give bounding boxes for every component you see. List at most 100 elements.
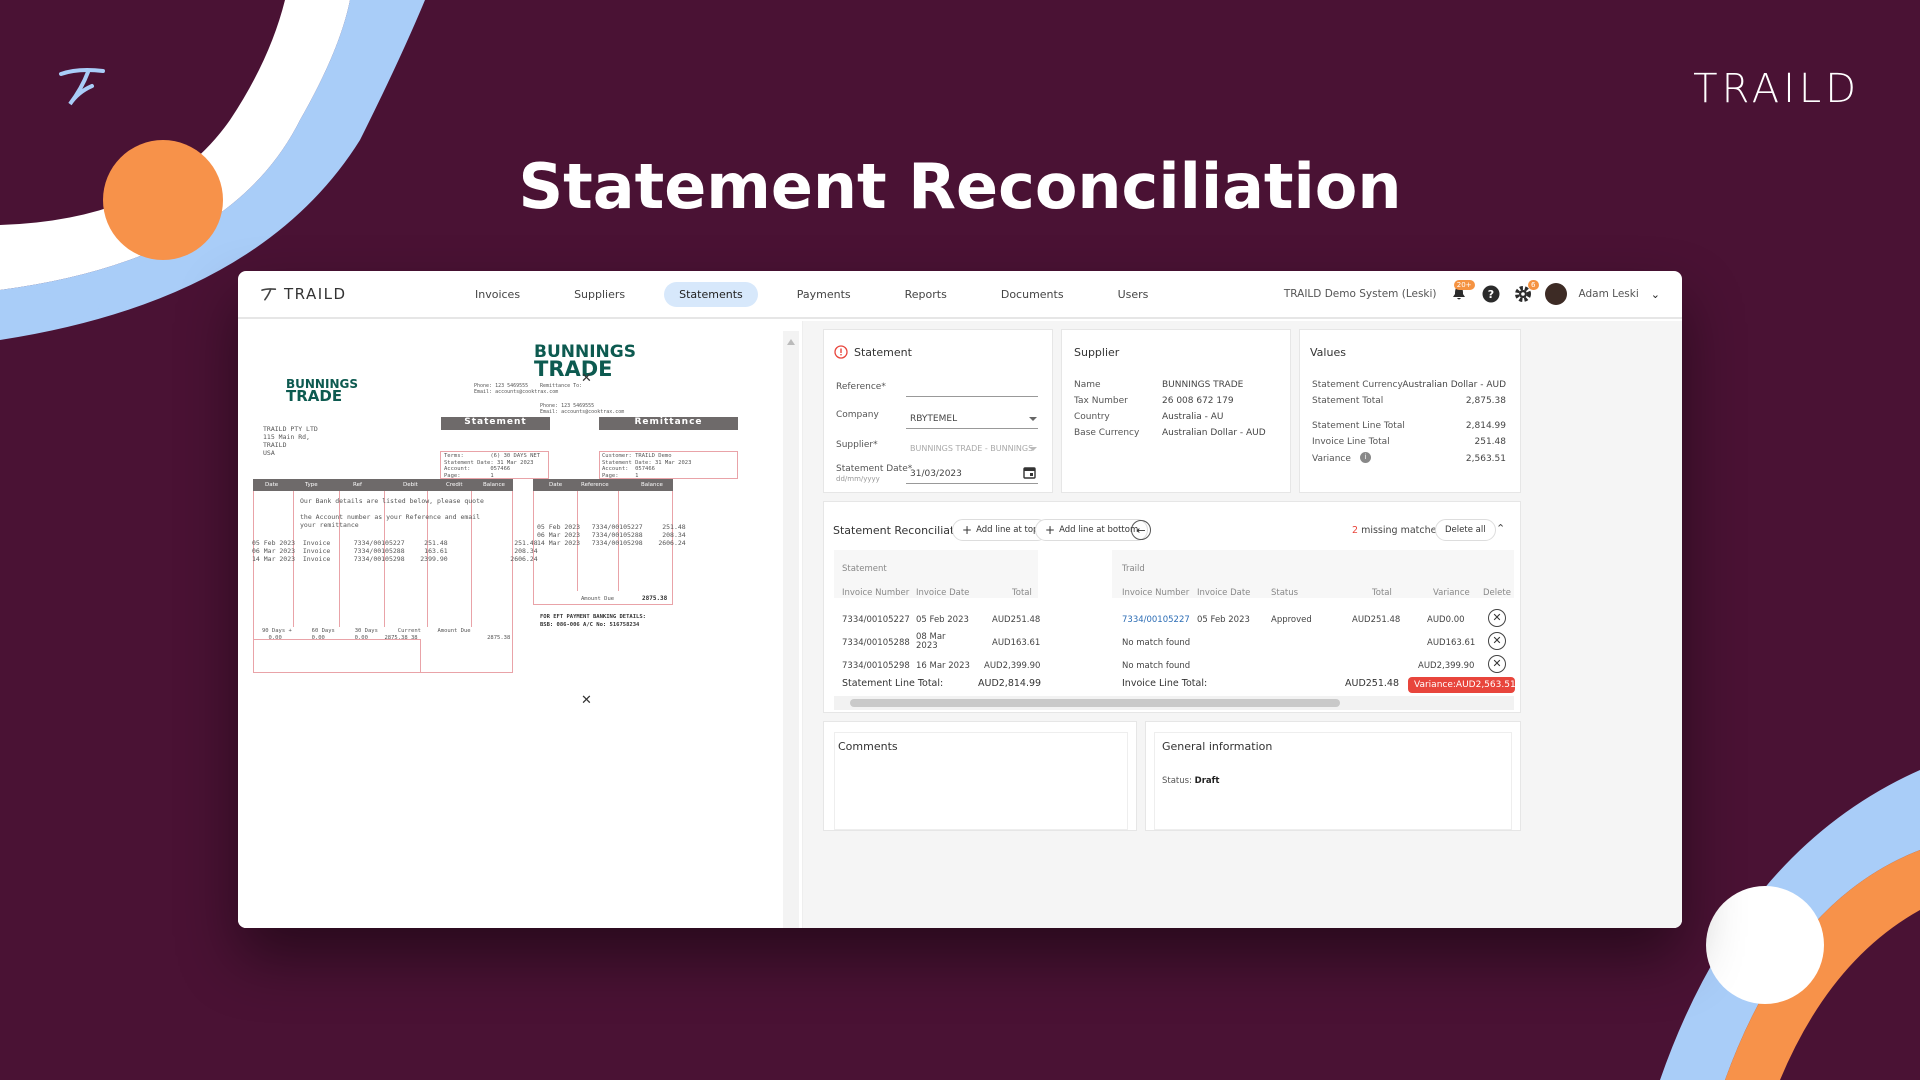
- bunnings-logo-line2: TRADE: [286, 386, 343, 405]
- statement-terms: Terms: (6) 30 DAYS NET Statement Date: 3…: [444, 453, 541, 479]
- app-logo[interactable]: TRAILD: [260, 285, 410, 303]
- company-select[interactable]: RBYTEMEL: [910, 414, 957, 424]
- col-date: Date: [265, 482, 279, 488]
- row3-delete-icon[interactable]: ✕: [1488, 655, 1506, 673]
- slide-brand-logo: TRAILD: [1693, 66, 1860, 112]
- values-card-title: Values: [1310, 346, 1346, 359]
- statement-line-total-value: AUD2,814.99: [978, 678, 1042, 689]
- base-currency-label: Base Currency: [1074, 428, 1140, 438]
- nav-users[interactable]: Users: [1103, 282, 1164, 307]
- missing-count: 2: [1352, 525, 1359, 536]
- row3-statement-invoice-number[interactable]: 7334/00105298: [842, 661, 910, 671]
- statement-currency-value: Australian Dollar - AUD: [1402, 380, 1506, 390]
- delete-all-button[interactable]: Delete all: [1435, 519, 1496, 541]
- remittance-contact: Phone: 123 5469555 Email: accounts@cookt…: [540, 403, 625, 415]
- scrollbar-thumb[interactable]: [850, 699, 1340, 707]
- general-information-card: General information Status: Draft: [1145, 721, 1521, 831]
- col-debit: Debit: [403, 482, 418, 488]
- plus-icon: +: [1045, 523, 1056, 537]
- nav-documents[interactable]: Documents: [986, 282, 1079, 307]
- variance-value: 2,563.51: [1465, 454, 1506, 464]
- col-traild-total: Total: [1372, 588, 1392, 598]
- variance-badge: Variance: AUD2,563.51: [1408, 677, 1516, 693]
- row2-no-match: No match found: [1122, 638, 1191, 648]
- app-window: TRAILD Invoices Suppliers Statements Pay…: [238, 271, 1682, 928]
- supplier-name-value: BUNNINGS TRADE: [1162, 380, 1244, 390]
- remit-col-reference: Reference: [581, 482, 609, 488]
- nav-suppliers[interactable]: Suppliers: [559, 282, 640, 307]
- col-delete: Delete: [1483, 588, 1511, 598]
- help-icon[interactable]: ?: [1481, 284, 1501, 304]
- chevron-up-icon[interactable]: ⌃: [1496, 522, 1505, 535]
- supplier-select[interactable]: BUNNINGS TRADE - BUNNINGS: [910, 444, 1033, 453]
- company-underline: [906, 428, 1038, 429]
- customer-address: TRAILD PTY LTD 115 Main Rd, TRAILD USA: [263, 425, 318, 457]
- company-label: Company: [836, 410, 879, 420]
- row2-statement-invoice-date: 08 Mar 2023: [916, 632, 946, 651]
- bank-details: FOR EFT PAYMENT BANKING DETAILS: BSB: 08…: [540, 614, 646, 628]
- statement-total-value: 2,875.38: [1465, 396, 1506, 406]
- comments-textarea[interactable]: [834, 732, 1128, 830]
- supplier-dropdown-icon[interactable]: [1029, 447, 1037, 451]
- info-icon[interactable]: i: [1360, 452, 1371, 463]
- supplier-card: Supplier Name BUNNINGS TRADE Tax Number …: [1061, 329, 1291, 493]
- pane-divider[interactable]: [803, 321, 823, 928]
- company-dropdown-icon[interactable]: [1029, 417, 1037, 421]
- warning-icon: [834, 345, 848, 359]
- statement-date-input[interactable]: 31/03/2023: [910, 469, 962, 479]
- reconciliation-title: Statement Reconciliation: [833, 524, 972, 537]
- invoice-line-total-value: 251.48: [1474, 437, 1507, 447]
- row1-traild-invoice-link[interactable]: 7334/00105227: [1122, 615, 1190, 625]
- table-horizontal-scrollbar[interactable]: [834, 696, 1514, 710]
- statement-document-preview[interactable]: BUNNINGS TRADE Phone: 123 5469555 Email:…: [238, 321, 803, 928]
- chevron-down-icon[interactable]: ⌄: [1651, 288, 1660, 301]
- add-line-top-label: Add line at top: [976, 525, 1039, 535]
- amount-due-value: 2875.38: [642, 595, 668, 602]
- row1-statement-invoice-number[interactable]: 7334/00105227: [842, 615, 910, 625]
- system-name[interactable]: TRAILD Demo System (Leski): [1284, 288, 1437, 300]
- row3-statement-invoice-date: 16 Mar 2023: [916, 661, 970, 671]
- row2-delete-icon[interactable]: ✕: [1488, 632, 1506, 650]
- row1-delete-icon[interactable]: ✕: [1488, 609, 1506, 627]
- statement-notes: Our Bank details are listed below, pleas…: [300, 497, 484, 529]
- nav-payments[interactable]: Payments: [782, 282, 866, 307]
- nav-reports[interactable]: Reports: [890, 282, 962, 307]
- col-credit: Credit: [446, 482, 463, 488]
- base-currency-value: Australian Dollar - AUD: [1162, 428, 1266, 438]
- row2-statement-invoice-number[interactable]: 7334/00105288: [842, 638, 910, 648]
- country-value: Australia - AU: [1162, 412, 1224, 422]
- bell-icon[interactable]: 20+: [1449, 280, 1475, 304]
- add-line-top-button[interactable]: + Add line at top: [952, 519, 1049, 541]
- nav-invoices[interactable]: Invoices: [460, 282, 535, 307]
- document-scrollbar[interactable]: [783, 331, 799, 928]
- col-total: Total: [1012, 588, 1032, 598]
- reference-input[interactable]: [906, 396, 1038, 397]
- arrow-left-icon[interactable]: ←: [1131, 520, 1151, 540]
- col-traild-invoice-number: Invoice Number: [1122, 588, 1190, 598]
- statement-line-total-label: Statement Line Total: [1312, 421, 1405, 431]
- general-information-title: General information: [1162, 740, 1273, 753]
- row1-status: Approved: [1271, 615, 1312, 625]
- main-body: BUNNINGS TRADE Phone: 123 5469555 Email:…: [238, 321, 1682, 928]
- statement-date-hint: dd/mm/yyyy: [836, 475, 880, 483]
- row2-variance: AUD163.61: [1427, 638, 1476, 648]
- user-name[interactable]: Adam Leski: [1579, 288, 1639, 300]
- country-label: Country: [1074, 412, 1110, 422]
- statement-line-total-value: 2,814.99: [1465, 421, 1506, 431]
- traild-logo-icon: [261, 288, 277, 301]
- gear-icon[interactable]: 6: [1513, 280, 1539, 304]
- remittance-rows: 05 Feb 2023 7334/00105227 251.48 06 Mar …: [537, 523, 686, 547]
- plus-icon: +: [962, 523, 973, 537]
- settings-badge: 6: [1528, 280, 1539, 290]
- reference-label: Reference*: [836, 382, 886, 392]
- avatar[interactable]: [1544, 283, 1567, 305]
- variance-label: Variance: [1312, 454, 1351, 464]
- row1-statement-invoice-date: 05 Feb 2023: [916, 615, 969, 625]
- col-ref: Ref: [353, 482, 362, 488]
- statement-table-header: Date Type Ref Debit Credit Balance: [253, 479, 513, 491]
- row1-traild-invoice-date: 05 Feb 2023: [1197, 615, 1250, 625]
- nav-statements[interactable]: Statements: [664, 281, 758, 307]
- row1-statement-total: AUD251.48: [992, 615, 1041, 625]
- calendar-icon[interactable]: [1023, 466, 1036, 479]
- row3-statement-total: AUD2,399.90: [984, 661, 1041, 671]
